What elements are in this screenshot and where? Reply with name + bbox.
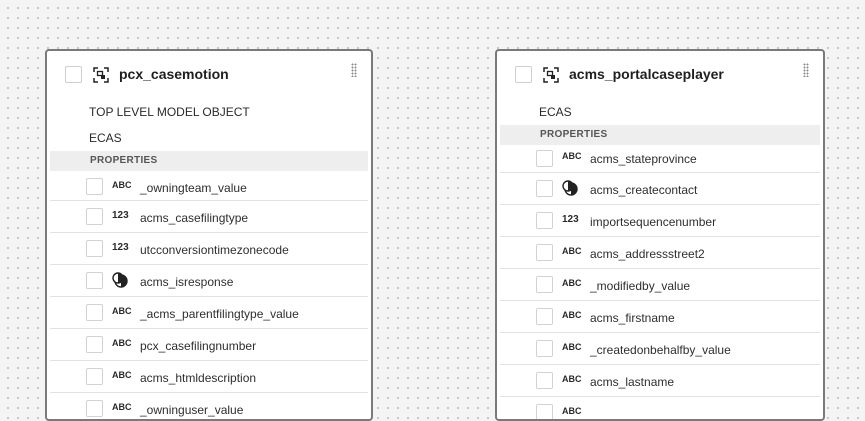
property-checkbox[interactable] (86, 336, 103, 353)
text-type-icon: ABC (562, 246, 582, 256)
property-checkbox[interactable] (86, 208, 103, 225)
property-row[interactable]: ABC _acms_parentfilingtype_value (50, 297, 368, 329)
property-row[interactable]: 123 utcconversiontimezonecode (50, 233, 368, 265)
property-row[interactable]: ABC acms_addressstreet2 (500, 237, 820, 269)
property-name: _modifiedby_value (590, 279, 691, 293)
property-name: _createdonbehalfby_value (590, 343, 731, 357)
property-row[interactable]: 123 importsequencenumber (500, 205, 820, 237)
text-type-icon: ABC (112, 402, 132, 412)
property-checkbox[interactable] (86, 368, 103, 385)
entity-meta-line: TOP LEVEL MODEL OBJECT (89, 105, 250, 119)
property-name: acms_createcontact (590, 183, 698, 197)
entity-icon (93, 67, 109, 83)
property-checkbox[interactable] (536, 150, 553, 167)
property-name: acms_lastname (590, 375, 675, 389)
number-type-icon: 123 (112, 242, 129, 253)
property-row[interactable]: ABC _modifiedby_value (500, 269, 820, 301)
property-name: acms_isresponse (140, 275, 234, 289)
properties-header: PROPERTIES (50, 151, 368, 171)
text-type-icon: ABC (562, 406, 582, 416)
property-name: _owninguser_value (140, 403, 244, 417)
property-name: _owningteam_value (140, 181, 247, 195)
property-name: acms_firstname (590, 311, 675, 325)
property-checkbox[interactable] (536, 180, 553, 197)
property-checkbox[interactable] (86, 272, 103, 289)
property-row[interactable]: ABC pcx_casefilingnumber (50, 329, 368, 361)
number-type-icon: 123 (562, 214, 579, 225)
entity-card-header[interactable]: acms_portalcaseplayer (497, 51, 823, 99)
property-checkbox[interactable] (536, 372, 553, 389)
text-type-icon: ABC (562, 310, 582, 320)
property-name: acms_htmldescription (140, 371, 257, 385)
property-row[interactable]: ABC acms_htmldescription (50, 361, 368, 393)
property-name: _acms_parentfilingtype_value (140, 307, 299, 321)
property-name: importsequencenumber (590, 215, 717, 229)
property-checkbox[interactable] (536, 276, 553, 293)
entity-meta-line: ECAS (89, 131, 122, 145)
property-row[interactable]: ABC acms_firstname (500, 301, 820, 333)
properties-header: PROPERTIES (500, 125, 820, 145)
property-checkbox[interactable] (86, 178, 103, 195)
property-list: ABC _owningteam_value 123 acms_casefilingty… (50, 171, 368, 419)
property-checkbox[interactable] (536, 340, 553, 357)
property-name: acms_addressstreet2 (590, 247, 705, 261)
entity-card-header[interactable]: pcx_casemotion (47, 51, 371, 99)
text-type-icon: ABC (562, 374, 582, 384)
property-row[interactable]: ABC _createdonbehalfby_value (500, 333, 820, 365)
text-type-icon: ABC (112, 370, 132, 380)
text-type-icon: ABC (112, 180, 132, 190)
entity-title: pcx_casemotion (119, 66, 229, 82)
property-row[interactable]: ABC acms_lastname (500, 365, 820, 397)
property-checkbox[interactable] (536, 244, 553, 261)
drag-handle-icon[interactable] (803, 63, 809, 77)
entity-select-checkbox[interactable] (515, 66, 532, 83)
property-name: utcconversiontimezonecode (140, 243, 289, 257)
property-row[interactable]: ABC _owninguser_value (50, 393, 368, 419)
entity-title: acms_portalcaseplayer (569, 66, 724, 82)
entity-icon (543, 67, 559, 83)
property-name: pcx_casefilingnumber (140, 339, 257, 353)
property-checkbox[interactable] (86, 304, 103, 321)
property-name: acms_casefilingtype (140, 211, 249, 225)
text-type-icon: ABC (112, 306, 132, 316)
property-checkbox[interactable] (86, 400, 103, 417)
property-row[interactable]: ABC acms_stateprovince (500, 145, 820, 173)
property-list: ABC acms_stateprovince acms_createcontact 1… (500, 145, 820, 419)
text-type-icon: ABC (112, 338, 132, 348)
entity-meta-line: ECAS (539, 105, 572, 119)
property-row[interactable]: ABC _owningteam_value (50, 171, 368, 201)
text-type-icon: ABC (562, 151, 582, 161)
property-checkbox[interactable] (536, 308, 553, 325)
property-checkbox[interactable] (86, 240, 103, 257)
property-row[interactable]: 123 acms_casefilingtype (50, 201, 368, 233)
entity-card-pcx-casemotion[interactable]: pcx_casemotion TOP LEVEL MODEL OBJECT EC… (45, 49, 373, 421)
text-type-icon: ABC (562, 342, 582, 352)
entity-card-acms-portalcaseplayer[interactable]: acms_portalcaseplayer ECAS PROPERTIES AB… (495, 49, 825, 421)
text-type-icon: ABC (562, 278, 582, 288)
drag-handle-icon[interactable] (351, 63, 357, 77)
property-checkbox[interactable] (536, 404, 553, 419)
property-name: acms_stateprovince (590, 152, 697, 166)
entity-select-checkbox[interactable] (65, 66, 82, 83)
property-row[interactable]: acms_isresponse (50, 265, 368, 297)
property-row[interactable]: acms_createcontact (500, 173, 820, 205)
property-row[interactable]: ABC (500, 397, 820, 419)
number-type-icon: 123 (112, 210, 129, 221)
property-checkbox[interactable] (536, 212, 553, 229)
